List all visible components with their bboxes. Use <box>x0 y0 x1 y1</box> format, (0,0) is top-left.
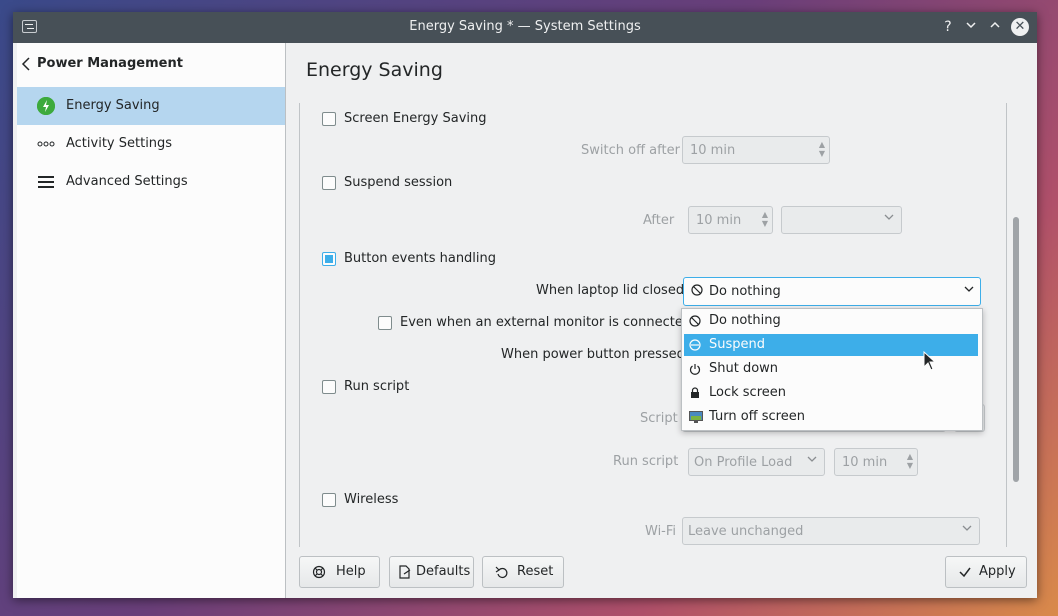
power-button-label: When power button pressed <box>501 347 685 362</box>
help-icon[interactable]: ? <box>938 17 958 37</box>
minimize-icon[interactable] <box>961 17 981 37</box>
dropdown-item-do-nothing[interactable]: Do nothing <box>684 310 978 332</box>
sidebar-header[interactable]: Power Management <box>17 55 277 75</box>
do-nothing-icon <box>691 284 703 296</box>
spin-arrows-icon[interactable]: ▲ ▼ <box>819 140 825 158</box>
spin-arrows-icon[interactable]: ▲ ▼ <box>762 210 768 228</box>
external-monitor-checkbox[interactable] <box>378 316 392 330</box>
lifebuoy-icon <box>312 565 326 579</box>
back-icon[interactable] <box>21 56 31 75</box>
energy-icon <box>37 97 55 115</box>
suspend-session-checkbox[interactable] <box>322 176 336 190</box>
hamburger-icon <box>37 173 55 191</box>
lid-action-dropdown: Do nothing Suspend Shut down Lock screen… <box>681 308 983 431</box>
checkmark-icon <box>958 565 972 579</box>
suspend-action-combo[interactable] <box>781 206 902 234</box>
defaults-button[interactable]: Defaults <box>389 556 474 588</box>
sidebar: Power Management Energy Saving Activity … <box>17 43 286 598</box>
run-script-time-spinbox[interactable]: 10 min ▲ ▼ <box>834 448 918 476</box>
screen-icon <box>689 411 703 423</box>
close-icon[interactable]: ✕ <box>1011 18 1029 36</box>
button-events-label: Button events handling <box>344 251 497 266</box>
lid-closed-combo[interactable]: Do nothing <box>683 277 981 306</box>
wireless-checkbox[interactable] <box>322 493 336 507</box>
chevron-down-icon <box>962 523 972 536</box>
sidebar-item-label: Advanced Settings <box>66 174 188 189</box>
window-title: Energy Saving * — System Settings <box>409 19 641 34</box>
run-script-when-combo[interactable]: On Profile Load <box>688 448 825 476</box>
undo-icon <box>495 565 509 579</box>
suspend-after-spinbox[interactable]: 10 min ▲ ▼ <box>688 206 773 234</box>
switch-off-spinbox[interactable]: 10 min ▲ ▼ <box>682 136 830 164</box>
reset-button[interactable]: Reset <box>482 556 564 588</box>
suspend-session-label: Suspend session <box>344 175 453 190</box>
screen-energy-checkbox[interactable] <box>322 112 336 126</box>
button-events-checkbox[interactable] <box>322 252 336 266</box>
do-nothing-icon <box>689 315 701 327</box>
lid-closed-label: When laptop lid closed <box>536 283 685 298</box>
apply-button[interactable]: Apply <box>945 556 1027 588</box>
dropdown-item-turn-off-screen[interactable]: Turn off screen <box>684 406 978 428</box>
system-settings-window: Energy Saving * — System Settings ? ✕ Po… <box>13 12 1037 598</box>
screen-energy-label: Screen Energy Saving <box>344 111 487 126</box>
page-title: Energy Saving <box>306 59 443 81</box>
scrollbar[interactable] <box>1013 217 1019 482</box>
sidebar-item-activity-settings[interactable]: Activity Settings <box>17 125 285 163</box>
title-bar[interactable]: Energy Saving * — System Settings ? ✕ <box>13 12 1037 43</box>
sidebar-item-energy-saving[interactable]: Energy Saving <box>17 87 285 125</box>
wireless-label: Wireless <box>344 492 399 507</box>
run-script-checkbox[interactable] <box>322 380 336 394</box>
switch-off-label: Switch off after <box>581 143 680 158</box>
suspend-icon <box>689 339 701 351</box>
maximize-icon[interactable] <box>985 17 1005 37</box>
after-label: After <box>643 213 675 228</box>
document-defaults-icon <box>398 565 412 579</box>
sidebar-item-advanced-settings[interactable]: Advanced Settings <box>17 163 285 201</box>
spin-arrows-icon[interactable]: ▲ ▼ <box>907 452 913 470</box>
sidebar-item-label: Energy Saving <box>66 98 160 113</box>
dots-icon <box>37 135 55 153</box>
sidebar-title: Power Management <box>37 56 183 71</box>
chevron-down-icon <box>807 454 817 467</box>
external-monitor-label: Even when an external monitor is connect… <box>400 315 692 330</box>
sidebar-item-label: Activity Settings <box>66 136 173 151</box>
chevron-down-icon <box>964 283 974 297</box>
help-button[interactable]: Help <box>299 556 380 588</box>
script-label: Script <box>640 411 678 426</box>
wifi-label: Wi-Fi <box>645 524 677 539</box>
run-script-label: Run script <box>613 454 679 469</box>
run-script-section-label: Run script <box>344 379 410 394</box>
lock-icon <box>689 387 701 399</box>
shutdown-icon <box>689 363 701 375</box>
mouse-cursor-icon <box>923 350 937 375</box>
wifi-combo[interactable]: Leave unchanged <box>682 517 980 545</box>
dropdown-item-lock-screen[interactable]: Lock screen <box>684 382 978 404</box>
chevron-down-icon <box>884 212 894 225</box>
